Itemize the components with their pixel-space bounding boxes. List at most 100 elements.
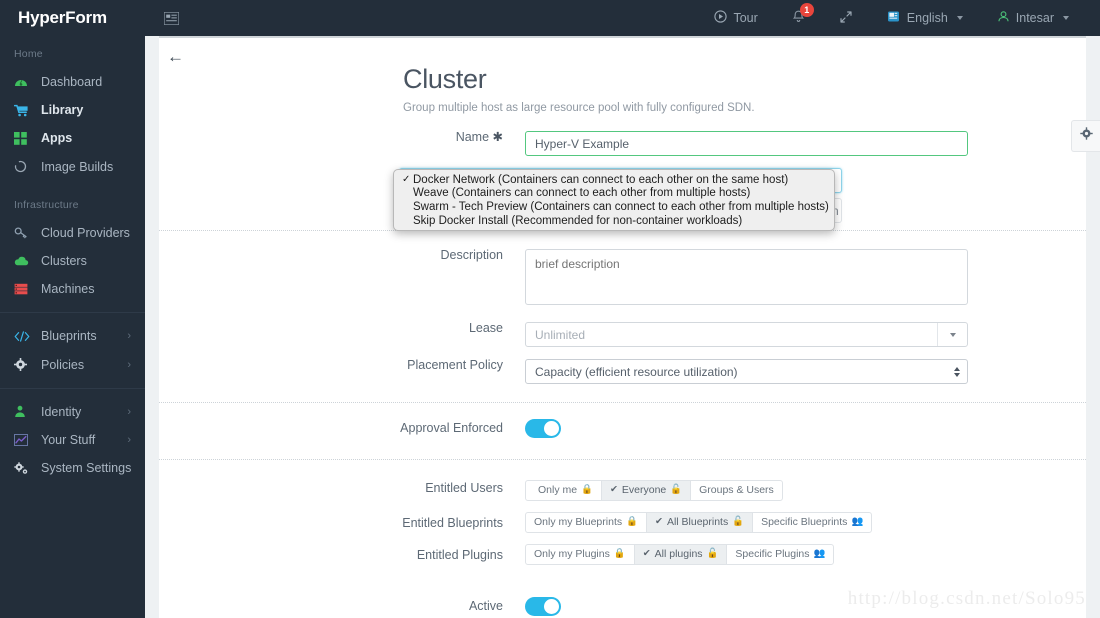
server-icon [14,283,32,295]
lease-dropdown-button[interactable] [937,323,967,346]
lock-icon: 🔒 [626,516,638,528]
networking-option-swarm[interactable]: Swarm - Tech Preview (Containers can con… [394,200,834,214]
networking-option-skip-docker-install[interactable]: Skip Docker Install (Recommended for non… [394,214,834,228]
sidebar-section-home: Home [14,48,43,60]
lease-field-wrap: Unlimited [525,322,1100,347]
placement-policy-value: Capacity (efficient resource utilization… [535,364,738,379]
entitled-users-option-everyone[interactable]: ✔ Everyone 🔓 [600,479,692,501]
key-icon [14,226,32,239]
app-root: HyperForm Tour 1 English Intesar Home Da… [0,0,1100,618]
sidebar-item-policies[interactable]: Policies › [0,351,145,379]
sidebar-item-dashboard[interactable]: Dashboard [0,68,145,96]
arrow-left-icon[interactable]: ← [167,48,184,65]
entitled-blueprints-option-only-mine[interactable]: Only my Blueprints 🔒 [525,511,647,533]
user-icon [997,10,1010,26]
field-row-approval-enforced: Approval Enforced [145,419,1100,443]
flag-icon [887,10,901,26]
chevron-right-icon: › [127,358,131,371]
unlock-icon: 🔓 [732,516,745,528]
page-header: Cluster Group multiple host as large res… [145,36,1100,114]
description-textarea[interactable] [525,249,968,305]
field-row-name: Name ✱ [145,131,1100,156]
fullscreen-button[interactable] [822,0,870,36]
tour-button[interactable]: Tour [697,0,774,36]
section-divider [159,459,1086,460]
brand-logo[interactable]: HyperForm [0,0,145,36]
active-toggle[interactable] [525,596,561,616]
toggle-knob [544,598,559,614]
language-selector[interactable]: English [870,0,980,36]
placement-policy-field-wrap: Capacity (efficient resource utilization… [525,359,1100,384]
option-label: Specific Blueprints [761,515,848,528]
networking-option-docker-network[interactable]: ✓ Docker Network (Containers can connect… [394,173,834,187]
sidebar-item-image-builds[interactable]: Image Builds [0,153,145,181]
gear-icon [1079,127,1093,145]
sidebar-item-apps[interactable]: Apps [0,124,145,152]
option-label: Only my Plugins [534,547,610,560]
user-menu[interactable]: Intesar [980,0,1086,36]
field-row-placement-policy: Placement Policy Capacity (efficient res… [145,359,1100,384]
page-title: Cluster [403,64,487,94]
lease-value: Unlimited [535,327,586,342]
entitled-users-button-group: Only me 🔒 ✔ Everyone 🔓 Groups & Users [525,479,783,501]
list-panel-icon[interactable] [164,11,179,25]
description-field-wrap [525,249,1100,310]
option-label: Only my Blueprints [534,515,623,528]
sidebar-item-label: Machines [41,282,95,297]
settings-tab-button[interactable] [1071,120,1100,152]
entitled-plugins-field-wrap: Only my Plugins 🔒 ✔ All plugins 🔓 Specif… [525,543,1100,565]
sidebar-item-label: Library [41,103,84,118]
name-input[interactable] [525,131,968,156]
unlock-icon: 🔓 [706,548,719,560]
notifications-button[interactable]: 1 [775,0,822,36]
entitled-blueprints-option-specific[interactable]: Specific Blueprints 👥 [752,511,873,533]
entitled-plugins-option-specific[interactable]: Specific Plugins 👥 [726,543,835,565]
sidebar-item-cloud-providers[interactable]: Cloud Providers [0,219,145,247]
sidebar-item-system-settings[interactable]: System Settings [0,454,145,482]
sidebar-item-identity[interactable]: Identity › [0,398,145,426]
lease-control[interactable]: Unlimited [525,322,968,347]
sidebar-item-clusters[interactable]: Clusters [0,247,145,275]
entitled-plugins-label: Entitled Plugins [416,547,503,562]
sidebar-item-label: Blueprints [41,329,97,344]
content-top-border [159,36,1100,38]
option-label: All plugins [654,547,703,560]
chevron-right-icon: › [127,405,131,418]
entitled-plugins-option-only-mine[interactable]: Only my Plugins 🔒 [525,543,635,565]
sidebar-item-label: Identity [41,404,82,419]
field-row-entitled-blueprints: Entitled Blueprints Only my Blueprints 🔒… [145,511,1100,533]
option-label: Swarm - Tech Preview (Containers can con… [413,200,829,213]
approval-enforced-toggle[interactable] [525,419,561,438]
main-content: ← Cluster Group multiple host as large r… [145,36,1100,618]
name-label-text: Name [455,130,490,144]
entitled-blueprints-option-all[interactable]: ✔ All Blueprints 🔓 [645,511,754,533]
option-label: Groups & Users [699,483,774,496]
grid-icon [14,131,32,145]
entitled-plugins-option-all[interactable]: ✔ All plugins 🔓 [633,543,728,565]
cart-icon [14,104,32,117]
sidebar-item-your-stuff[interactable]: Your Stuff › [0,426,145,454]
check-icon: ✔ [609,484,618,496]
sidebar-item-blueprints[interactable]: Blueprints › [0,322,145,350]
option-label: Specific Plugins [735,547,810,560]
field-row-lease: Lease Unlimited [145,322,1100,347]
networking-dropdown-menu: ✓ Docker Network (Containers can connect… [393,169,835,232]
entitled-plugins-button-group: Only my Plugins 🔒 ✔ All plugins 🔓 Specif… [525,543,835,565]
sidebar-item-machines[interactable]: Machines [0,275,145,303]
sidebar-item-library[interactable]: Library [0,96,145,124]
sidebar-item-label: Dashboard [41,75,103,90]
code-icon [14,331,32,342]
circle-dash-icon [14,160,32,173]
entitled-users-option-groups-and-users[interactable]: Groups & Users [690,479,783,501]
placement-policy-select[interactable]: Capacity (efficient resource utilization… [525,359,968,384]
sidebar-item-label: Image Builds [41,159,114,174]
required-asterisk-icon: ✱ [492,130,503,144]
unlock-icon: 🔓 [670,484,683,496]
sidebar-item-label: System Settings [41,461,132,476]
networking-option-weave[interactable]: Weave (Containers can connect to each ot… [394,187,834,201]
option-label: Skip Docker Install (Recommended for non… [413,214,743,227]
option-label: Docker Network (Containers can connect t… [413,173,789,186]
chevron-down-icon [1063,16,1069,20]
name-field-wrap [525,131,1100,156]
entitled-users-option-only-me[interactable]: Only me 🔒 [525,479,602,501]
